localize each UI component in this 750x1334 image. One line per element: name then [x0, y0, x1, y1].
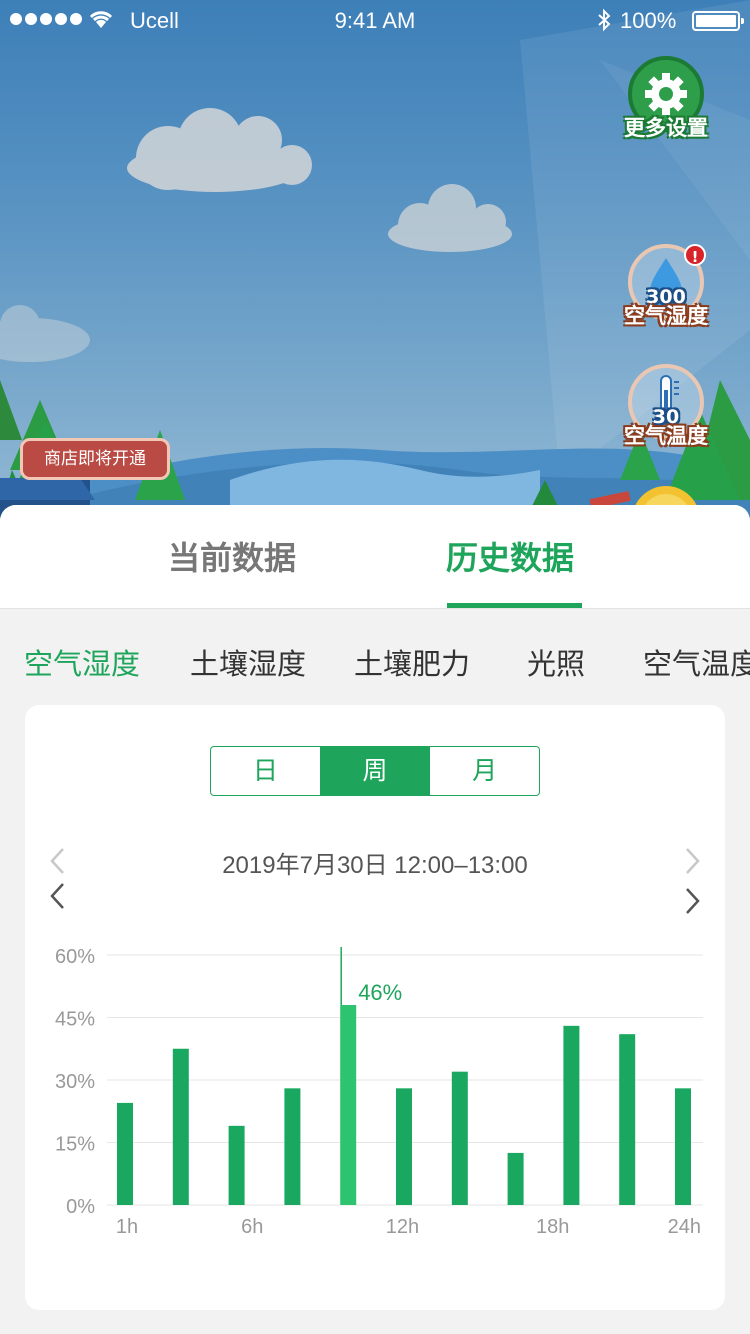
- x-tick-label: 24h: [668, 1216, 701, 1238]
- y-tick-label: 15%: [55, 1134, 95, 1156]
- active-tab-indicator: [447, 603, 582, 608]
- data-tabbar: 当前数据 历史数据: [0, 505, 750, 609]
- next-period-arrow-icon[interactable]: [683, 885, 703, 921]
- previous-period-arrow-icon[interactable]: [47, 880, 67, 916]
- more-settings-label: 更多设置: [624, 116, 708, 140]
- chart-bar[interactable]: [507, 1152, 524, 1205]
- status-bar: Ucell 9:41 AM 100%: [0, 0, 750, 40]
- tab-history-data[interactable]: 历史数据: [446, 533, 574, 579]
- subtab-light[interactable]: 光照: [527, 641, 585, 683]
- period-month-option[interactable]: 月: [429, 747, 539, 795]
- y-tick-label: 0%: [66, 1196, 95, 1218]
- chart-bar[interactable]: [619, 1034, 636, 1205]
- period-day-option[interactable]: 日: [211, 747, 320, 795]
- air-temperature-widget[interactable]: 30 空气温度: [606, 364, 726, 450]
- chart-bar[interactable]: [396, 1088, 412, 1205]
- cloud-small: [388, 184, 512, 252]
- period-selector: 日 周 月: [210, 746, 540, 796]
- chart-bar[interactable]: [340, 1005, 357, 1205]
- period-week-option[interactable]: 周: [319, 747, 430, 795]
- alert-icon: !: [684, 244, 706, 266]
- battery-icon: [692, 11, 744, 31]
- x-tick-label: 12h: [386, 1216, 419, 1238]
- subtab-air-temperature[interactable]: 空气温度: [643, 641, 750, 683]
- bluetooth-icon: [596, 8, 612, 38]
- battery-percentage: 100%: [620, 8, 677, 33]
- more-settings-button[interactable]: 更多设置: [606, 56, 726, 142]
- chart-bar[interactable]: [451, 1071, 468, 1205]
- humidity-bar-chart: 60% 45% 30% 15% 0% 1h 6h 12h 18h 24h 46%: [55, 946, 703, 1238]
- subtab-soil-humidity[interactable]: 土壤湿度: [190, 641, 306, 683]
- chart-bar[interactable]: [117, 1102, 133, 1205]
- metric-tabs: 空气湿度 土壤湿度 土壤肥力 光照 空气温度: [0, 609, 750, 705]
- shop-coming-soon-bubble[interactable]: 商店即将开通: [20, 438, 170, 480]
- y-tick-label: 45%: [55, 1009, 95, 1031]
- chart-bar[interactable]: [563, 1025, 580, 1205]
- chart-bar[interactable]: [172, 1048, 189, 1205]
- chart-bar[interactable]: [228, 1125, 245, 1205]
- x-tick-label: 1h: [116, 1216, 138, 1238]
- x-tick-label: 18h: [536, 1216, 569, 1238]
- highlight-value-label: 46%: [358, 980, 402, 1005]
- data-sheet: 当前数据 历史数据 空气湿度 土壤湿度 土壤肥力 光照 空气温度 日 周 月 2…: [0, 505, 750, 1334]
- y-tick-label: 30%: [55, 1071, 95, 1093]
- air-humidity-widget[interactable]: 300 空气湿度: [606, 244, 726, 330]
- subtab-soil-fertility[interactable]: 土壤肥力: [354, 641, 470, 683]
- cloud-large: [127, 108, 312, 192]
- history-chart-card: 日 周 月 2019年7月30日 12:00–13:00 60% 45% 30% 15…: [25, 705, 725, 1310]
- air-temperature-label: 空气温度: [624, 424, 708, 448]
- chart-bar[interactable]: [675, 1088, 691, 1205]
- date-range-label: 2019年7月30日 12:00–13:00: [222, 852, 528, 879]
- air-humidity-label: 空气湿度: [624, 304, 708, 328]
- y-tick-label: 60%: [55, 946, 95, 968]
- chart-bar[interactable]: [284, 1088, 301, 1205]
- x-tick-label: 6h: [241, 1216, 263, 1238]
- tab-current-data[interactable]: 当前数据: [168, 533, 296, 579]
- subtab-air-humidity[interactable]: 空气湿度: [24, 641, 140, 683]
